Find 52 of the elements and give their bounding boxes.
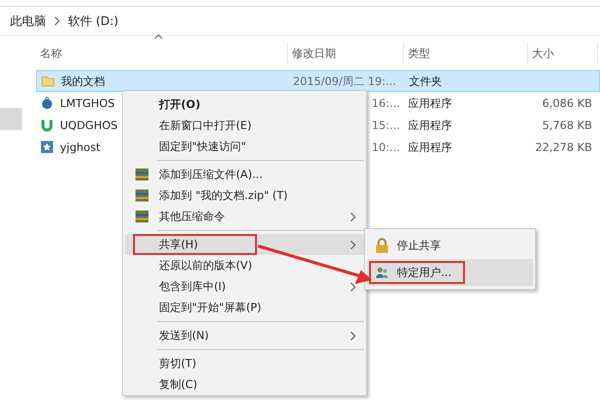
type-cell: 应用程序	[408, 96, 452, 110]
file-name[interactable]: UQDGHOS	[60, 118, 118, 132]
menu-item[interactable]: 添加到压缩文件(A)...	[125, 164, 364, 185]
menu-item[interactable]: 共享(H)	[125, 234, 364, 255]
chevron-right-icon	[350, 212, 356, 222]
size-cell: 5,768 KB	[542, 118, 592, 132]
menu-item[interactable]: 固定到"快速访问"	[125, 136, 364, 157]
sort-caret-icon	[154, 34, 163, 39]
chevron-right-icon	[350, 282, 356, 292]
menu-item[interactable]: 其他压缩命令	[125, 206, 364, 227]
archive-icon	[135, 168, 149, 181]
menu-item[interactable]: 复制(C)	[125, 374, 364, 395]
type-cell: 应用程序	[408, 118, 452, 132]
menu-item[interactable]: 停止共享	[367, 232, 533, 259]
column-header[interactable]: 名称	[36, 42, 288, 64]
date-cell: 2015/09/周二 19:...	[293, 74, 396, 88]
menu-item[interactable]: 特定用户...	[367, 259, 533, 286]
menu-item[interactable]: 剪切(T)	[125, 353, 364, 374]
breadcrumb-item[interactable]: 软件 (D:)	[68, 12, 118, 30]
size-cell: 6,086 KB	[542, 96, 592, 110]
folder-icon	[41, 74, 55, 88]
column-header[interactable]: 大小	[528, 42, 598, 64]
archive-icon	[135, 210, 149, 223]
menu-item[interactable]: 包含到库中(I)	[125, 276, 364, 297]
chevron-right-icon	[350, 240, 356, 250]
column-header[interactable]: 类型	[404, 42, 528, 64]
breadcrumb-item[interactable]: 此电脑	[10, 12, 46, 30]
file-name[interactable]: yjghost	[60, 140, 100, 154]
star-tile-icon	[40, 140, 54, 154]
app-icon	[40, 96, 54, 110]
date-cell: 16:...	[372, 96, 400, 110]
date-cell: 15:...	[372, 118, 400, 132]
file-name[interactable]: LMTGHOS	[60, 96, 115, 110]
chevron-right-icon	[54, 16, 60, 26]
menu-item[interactable]: 在新窗口中打开(E)	[125, 115, 364, 136]
chevron-right-icon	[350, 330, 356, 340]
archive-icon	[135, 189, 149, 202]
size-cell: 22,278 KB	[535, 140, 592, 154]
u-letter-icon	[40, 118, 54, 132]
file-name[interactable]: 我的文档	[61, 74, 105, 88]
menu-item[interactable]: 添加到 "我的文档.zip" (T)	[125, 185, 364, 206]
users-icon	[375, 266, 389, 280]
menu-item[interactable]: 还原以前的版本(V)	[125, 255, 364, 276]
menu-item[interactable]: 固定到"开始"屏幕(P)	[125, 297, 364, 318]
date-cell: 10:...	[372, 140, 400, 154]
type-cell: 文件夹	[409, 74, 442, 88]
type-cell: 应用程序	[408, 140, 452, 154]
menu-item[interactable]: 发送到(N)	[125, 325, 364, 346]
menu-item[interactable]: 打开(O)	[125, 94, 364, 115]
column-header[interactable]: 修改日期	[288, 42, 404, 64]
sidebar-selection[interactable]	[0, 108, 22, 130]
lock-icon	[375, 238, 389, 254]
